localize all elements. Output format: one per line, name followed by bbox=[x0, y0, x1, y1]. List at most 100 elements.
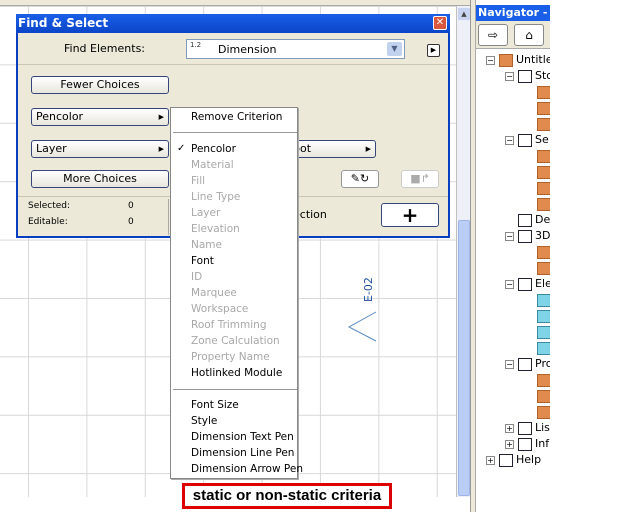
elevation-marker-label: E-02 bbox=[362, 277, 375, 302]
tree-item[interactable]: − 3D bbox=[505, 228, 550, 244]
collapse-icon[interactable]: − bbox=[505, 359, 514, 369]
tree-node-icon bbox=[537, 309, 550, 323]
tree-item[interactable]: − Sto bbox=[505, 68, 550, 84]
tree-item[interactable] bbox=[524, 180, 550, 196]
tree-item[interactable]: + Lis bbox=[505, 420, 550, 436]
tree-item[interactable]: − Pro bbox=[505, 356, 550, 372]
criterion-label: Layer bbox=[36, 142, 67, 155]
tree-item[interactable] bbox=[524, 84, 550, 100]
tree-item[interactable]: De bbox=[505, 212, 550, 228]
selected-value: 0 bbox=[128, 201, 134, 211]
tree-item[interactable]: + Inf bbox=[505, 436, 549, 452]
tree-item[interactable] bbox=[524, 308, 550, 324]
tree-item[interactable] bbox=[524, 148, 550, 164]
tree-item-label: Sto bbox=[535, 69, 550, 82]
collapse-icon[interactable]: − bbox=[505, 231, 514, 241]
tree-node-icon bbox=[518, 229, 532, 243]
tree-node-icon bbox=[499, 453, 513, 467]
elevation-marker-icon[interactable] bbox=[345, 310, 381, 346]
tree-node-icon bbox=[537, 261, 550, 275]
tree-item[interactable]: − Untitle bbox=[486, 52, 550, 68]
menu-item-remove-criterion[interactable]: Remove Criterion bbox=[191, 111, 282, 123]
tree-item[interactable] bbox=[524, 372, 550, 388]
tree-item[interactable] bbox=[524, 244, 550, 260]
house-icon[interactable]: ⌂ bbox=[514, 24, 544, 46]
tree-item[interactable] bbox=[524, 388, 550, 404]
tree-node-icon bbox=[537, 405, 550, 419]
tree-item[interactable] bbox=[524, 164, 550, 180]
criterion-pencolor-button[interactable]: Pencolor ▶ bbox=[31, 108, 169, 126]
menu-item: Property Name bbox=[191, 351, 270, 363]
tree-item[interactable] bbox=[524, 404, 550, 420]
tree-item-label: Ele bbox=[535, 277, 550, 290]
criterion-layer-button[interactable]: Layer ▶ bbox=[31, 140, 169, 158]
menu-item: Name bbox=[191, 239, 222, 251]
expand-arrow-button[interactable]: ▶ bbox=[427, 44, 440, 57]
tree-item[interactable] bbox=[524, 196, 550, 212]
tree-item[interactable] bbox=[524, 100, 550, 116]
canvas-vertical-scrollbar[interactable]: ▲ bbox=[456, 6, 470, 497]
tree-item-label: Help bbox=[516, 453, 542, 466]
expand-icon[interactable]: + bbox=[505, 439, 514, 449]
expand-icon[interactable]: + bbox=[505, 423, 514, 433]
chevron-down-icon[interactable]: ▼ bbox=[387, 42, 402, 56]
criterion-hidden-button[interactable]: pot ▶ bbox=[288, 140, 376, 158]
tree-item-label: Lis bbox=[535, 421, 550, 434]
menu-item: Layer bbox=[191, 207, 221, 219]
add-to-selection-button[interactable]: + bbox=[381, 203, 439, 227]
tree-item[interactable] bbox=[524, 116, 550, 132]
eyedropper-icon[interactable]: ✎↻ bbox=[341, 170, 379, 188]
element-type-select[interactable]: 1.2 Dimension ▼ bbox=[186, 39, 405, 59]
tree-node-icon bbox=[537, 293, 550, 307]
dialog-titlebar[interactable]: Find & Select ✕ bbox=[16, 14, 450, 33]
expand-icon[interactable]: + bbox=[486, 455, 495, 465]
menu-item[interactable]: Dimension Text Pen bbox=[191, 431, 294, 443]
tree-node-icon bbox=[537, 165, 550, 179]
project-map-icon[interactable]: ⇨ bbox=[478, 24, 508, 46]
tree-node-icon bbox=[499, 53, 513, 67]
close-icon[interactable]: ✕ bbox=[433, 16, 447, 30]
tree-item[interactable] bbox=[524, 260, 550, 276]
inject-parameters-icon: ■↱ bbox=[401, 170, 439, 188]
tree-item[interactable] bbox=[524, 340, 550, 356]
tree-node-icon bbox=[537, 389, 550, 403]
menu-item: ID bbox=[191, 271, 203, 283]
collapse-icon[interactable]: − bbox=[486, 55, 495, 65]
more-choices-button[interactable]: More Choices bbox=[31, 170, 169, 188]
collapse-icon[interactable]: − bbox=[505, 71, 514, 81]
menu-item[interactable]: Dimension Line Pen bbox=[191, 447, 294, 459]
tree-item[interactable]: − Se bbox=[505, 132, 549, 148]
scrollbar-thumb[interactable] bbox=[458, 220, 470, 496]
tree-item-label: Se bbox=[535, 133, 549, 146]
tree-item[interactable]: − Ele bbox=[505, 276, 550, 292]
scroll-up-arrow-icon[interactable]: ▲ bbox=[458, 8, 470, 20]
selected-label: Selected: bbox=[28, 201, 71, 211]
tree-item-label: Untitle bbox=[516, 53, 550, 66]
menu-item[interactable]: Font Size bbox=[191, 399, 239, 411]
menu-separator bbox=[173, 389, 297, 390]
tree-node-icon bbox=[518, 69, 532, 83]
menu-item[interactable]: Dimension Arrow Pen bbox=[191, 463, 303, 475]
tree-item[interactable]: + Help bbox=[486, 452, 541, 468]
menu-item[interactable]: Style bbox=[191, 415, 217, 427]
tree-node-icon bbox=[537, 197, 550, 211]
top-strip bbox=[0, 0, 470, 6]
tree-node-icon bbox=[537, 373, 550, 387]
tree-node-icon bbox=[537, 325, 550, 339]
tree-item[interactable] bbox=[524, 292, 550, 308]
fewer-choices-button[interactable]: Fewer Choices bbox=[31, 76, 169, 94]
menu-item: Zone Calculation bbox=[191, 335, 280, 347]
menu-item[interactable]: Font bbox=[191, 255, 214, 267]
tree-item[interactable] bbox=[524, 324, 550, 340]
dimension-icon: 1.2 bbox=[190, 41, 202, 49]
tree-node-icon bbox=[537, 181, 550, 195]
tree-node-icon bbox=[518, 213, 532, 227]
tree-node-icon bbox=[537, 341, 550, 355]
divider bbox=[168, 199, 169, 235]
menu-item: Roof Trimming bbox=[191, 319, 267, 331]
navigator-panel: Navigator - P ⇨ ⌂ −Untitle−Sto−SeDe−3D−E… bbox=[475, 0, 550, 512]
collapse-icon[interactable]: − bbox=[505, 279, 514, 289]
collapse-icon[interactable]: − bbox=[505, 135, 514, 145]
menu-item[interactable]: Pencolor bbox=[191, 143, 236, 155]
menu-item[interactable]: Hotlinked Module bbox=[191, 367, 282, 379]
